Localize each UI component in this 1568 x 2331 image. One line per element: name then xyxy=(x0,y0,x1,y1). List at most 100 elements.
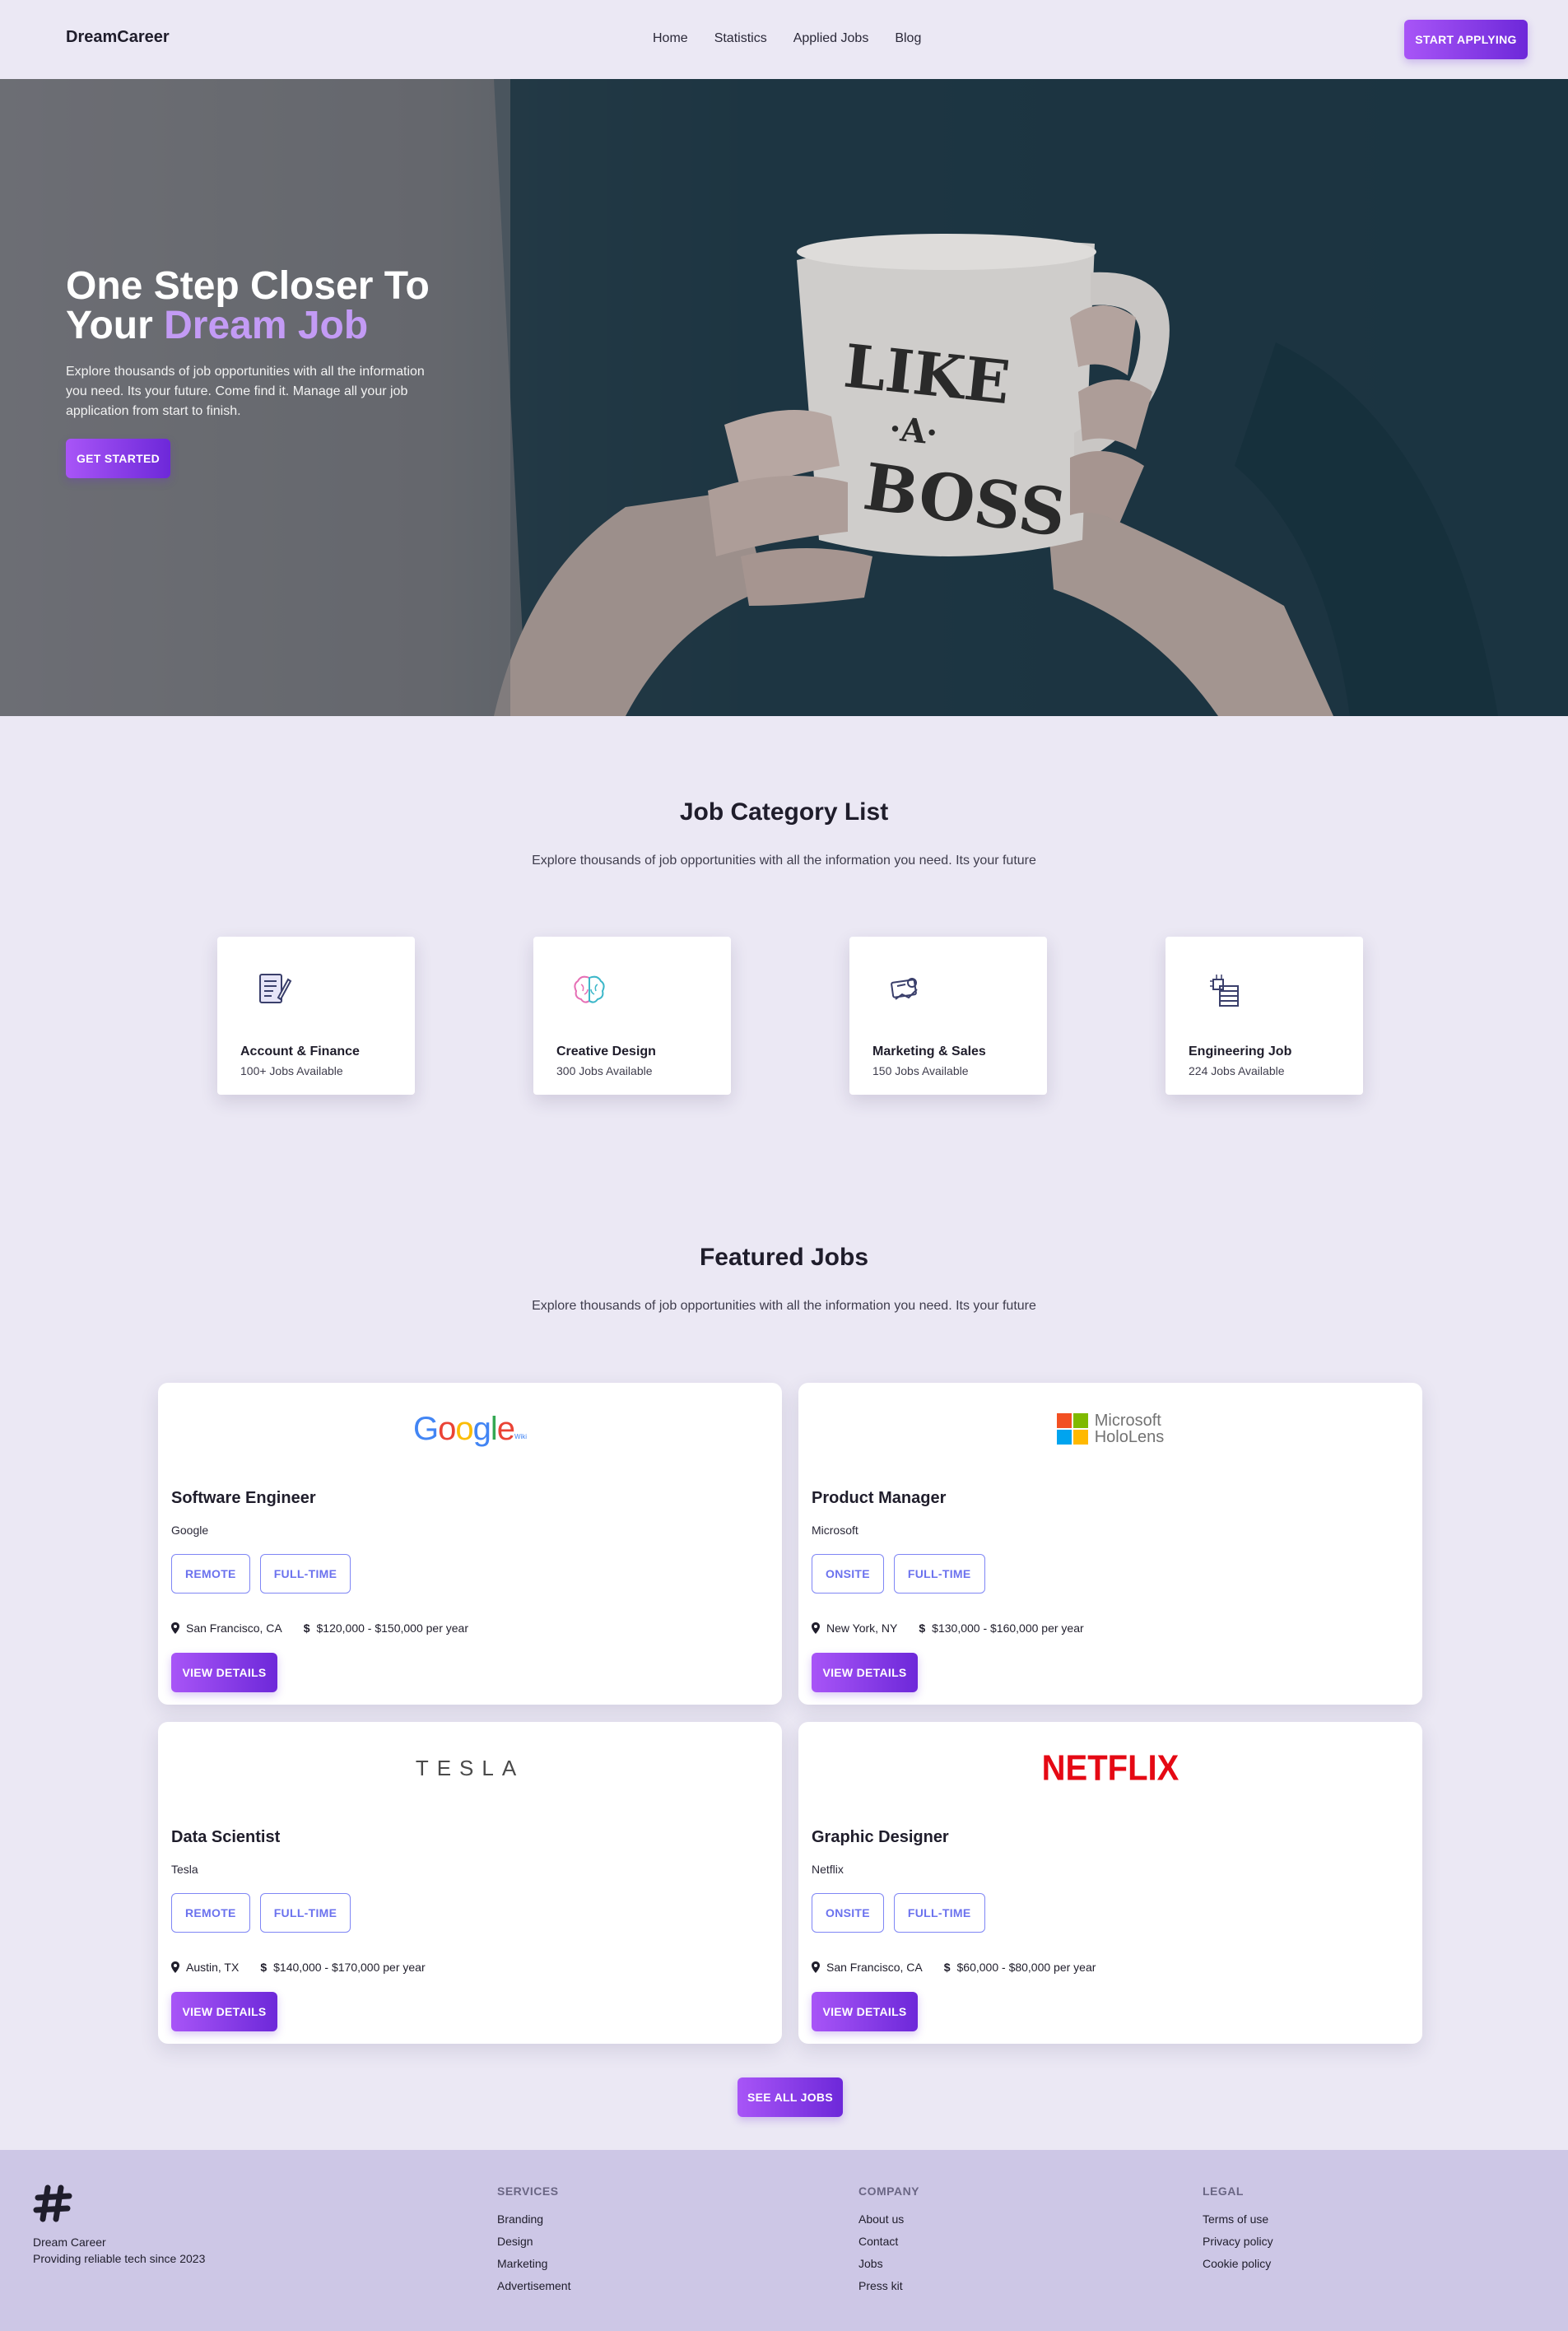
job-card-graphic-designer[interactable]: NETFLIX Graphic Designer Netflix ONSITE … xyxy=(798,1722,1422,2044)
category-section-subtitle: Explore thousands of job opportunities w… xyxy=(532,854,1036,868)
job-company: Microsoft xyxy=(812,1524,858,1537)
job-card-data-scientist[interactable]: TESLA Data Scientist Tesla REMOTE FULL-T… xyxy=(158,1722,782,2044)
nav-link-blog[interactable]: Blog xyxy=(895,31,921,46)
view-details-button[interactable]: VIEW DETAILS xyxy=(171,1653,277,1692)
footer-link-branding[interactable]: Branding xyxy=(497,2212,570,2226)
category-card-marketing-sales[interactable]: Marketing & Sales 150 Jobs Available xyxy=(849,937,1047,1095)
job-card-product-manager[interactable]: Microsoft HoloLens Product Manager Micro… xyxy=(798,1383,1422,1705)
category-name: Engineering Job xyxy=(1189,1045,1292,1058)
top-navbar: DreamCareer Home Statistics Applied Jobs… xyxy=(0,0,1568,79)
category-card-creative-design[interactable]: Creative Design 300 Jobs Available xyxy=(533,937,731,1095)
tag-full-time[interactable]: FULL-TIME xyxy=(893,1893,985,1933)
brain-icon xyxy=(574,975,605,1003)
footer-link-terms[interactable]: Terms of use xyxy=(1203,2212,1273,2226)
category-card-engineering[interactable]: Engineering Job 224 Jobs Available xyxy=(1166,937,1363,1095)
company-logo-google: Google Wiki xyxy=(158,1404,782,1454)
category-name: Creative Design xyxy=(556,1045,656,1058)
featured-section-title: Featured Jobs xyxy=(699,1244,869,1271)
job-salary: $120,000 - $150,000 per year xyxy=(316,1621,468,1635)
category-section-title: Job Category List xyxy=(679,798,889,826)
job-location: San Francisco, CA xyxy=(826,1961,923,1974)
category-count: 300 Jobs Available xyxy=(556,1064,653,1077)
footer-heading: SERVICES xyxy=(497,2184,559,2198)
company-logo-netflix: NETFLIX xyxy=(798,1743,1422,1793)
hero-subtitle: Explore thousands of job opportunities w… xyxy=(66,365,425,418)
google-logo-text: Google xyxy=(412,1410,515,1447)
job-location: Austin, TX xyxy=(186,1961,240,1974)
hero-title-accent: Dream Job xyxy=(164,304,369,347)
job-salary: $60,000 - $80,000 per year xyxy=(956,1961,1096,1974)
brand-logo-text[interactable]: DreamCareer xyxy=(66,28,170,47)
location-pin-icon xyxy=(812,1622,820,1634)
dollar-icon: $ xyxy=(260,1961,268,1974)
footer-tagline: Providing reliable tech since 2023 xyxy=(33,2252,206,2265)
document-icon xyxy=(259,974,292,1003)
job-company: Google xyxy=(171,1524,209,1537)
dollar-icon: $ xyxy=(919,1621,926,1635)
server-chip-icon xyxy=(1210,975,1239,1007)
tag-remote[interactable]: REMOTE xyxy=(171,1554,250,1594)
footer-heading: COMPANY xyxy=(858,2184,920,2198)
tag-remote[interactable]: REMOTE xyxy=(171,1893,250,1933)
footer-link-cookie[interactable]: Cookie policy xyxy=(1203,2257,1273,2270)
microsoft-squares-icon xyxy=(1056,1413,1088,1445)
footer-col-services: SERVICES Branding Design Marketing Adver… xyxy=(497,2184,570,2301)
footer-link-jobs[interactable]: Jobs xyxy=(858,2257,919,2270)
hero-title-line1: One Step Closer To xyxy=(66,264,430,308)
tag-onsite[interactable]: ONSITE xyxy=(812,1554,884,1594)
footer-link-design[interactable]: Design xyxy=(497,2235,570,2248)
nav-links: Home Statistics Applied Jobs Blog xyxy=(653,31,921,46)
footer-link-contact[interactable]: Contact xyxy=(858,2235,919,2248)
tesla-logo-text: TESLA xyxy=(415,1755,525,1780)
dollar-icon: $ xyxy=(943,1961,951,1974)
tag-onsite[interactable]: ONSITE xyxy=(812,1893,884,1933)
job-title: Product Manager xyxy=(812,1489,947,1507)
tag-full-time[interactable]: FULL-TIME xyxy=(259,1554,351,1594)
category-count: 150 Jobs Available xyxy=(872,1064,969,1077)
job-title: Graphic Designer xyxy=(812,1828,949,1846)
job-company: Tesla xyxy=(171,1863,198,1876)
hero-title-prefix: Your xyxy=(66,304,165,347)
get-started-button[interactable]: GET STARTED xyxy=(66,439,170,478)
job-meta: Austin, TX $ $140,000 - $170,000 per yea… xyxy=(171,1961,426,1974)
view-details-button[interactable]: VIEW DETAILS xyxy=(812,1653,918,1692)
tag-full-time[interactable]: FULL-TIME xyxy=(893,1554,985,1594)
see-all-jobs-button[interactable]: SEE ALL JOBS xyxy=(737,2077,843,2117)
job-location: New York, NY xyxy=(826,1621,898,1635)
marketing-icon xyxy=(891,978,918,1000)
dollar-icon: $ xyxy=(303,1621,310,1635)
view-details-button[interactable]: VIEW DETAILS xyxy=(812,1992,918,2031)
footer-col-legal: LEGAL Terms of use Privacy policy Cookie… xyxy=(1203,2184,1273,2279)
view-details-button[interactable]: VIEW DETAILS xyxy=(171,1992,277,2031)
location-pin-icon xyxy=(812,1961,820,1973)
footer: Dream Career Providing reliable tech sin… xyxy=(0,2150,1568,2331)
nav-link-home[interactable]: Home xyxy=(653,31,688,46)
category-card-account-finance[interactable]: Account & Finance 100+ Jobs Available xyxy=(217,937,415,1095)
footer-link-advertisement[interactable]: Advertisement xyxy=(497,2279,570,2292)
start-applying-button[interactable]: START APPLYING xyxy=(1404,20,1528,59)
footer-col-company: COMPANY About us Contact Jobs Press kit xyxy=(858,2184,919,2301)
job-tags: ONSITE FULL-TIME xyxy=(812,1893,985,1933)
company-logo-tesla: TESLA xyxy=(158,1743,782,1793)
tag-full-time[interactable]: FULL-TIME xyxy=(259,1893,351,1933)
footer-link-press-kit[interactable]: Press kit xyxy=(858,2279,919,2292)
nav-link-statistics[interactable]: Statistics xyxy=(714,31,767,46)
category-name: Marketing & Sales xyxy=(872,1045,986,1058)
job-title: Data Scientist xyxy=(171,1828,281,1846)
job-tags: REMOTE FULL-TIME xyxy=(171,1893,351,1933)
category-count: 100+ Jobs Available xyxy=(240,1064,343,1077)
job-salary: $130,000 - $160,000 per year xyxy=(932,1621,1084,1635)
nav-link-applied-jobs[interactable]: Applied Jobs xyxy=(793,31,869,46)
job-card-software-engineer[interactable]: Google Wiki Software Engineer Google REM… xyxy=(158,1383,782,1705)
footer-link-about[interactable]: About us xyxy=(858,2212,919,2226)
footer-link-marketing[interactable]: Marketing xyxy=(497,2257,570,2270)
netflix-logo-text: NETFLIX xyxy=(1041,1747,1179,1788)
job-salary: $140,000 - $170,000 per year xyxy=(273,1961,426,1974)
google-logo-sub: Wiki xyxy=(514,1433,528,1440)
category-name: Account & Finance xyxy=(240,1045,360,1058)
featured-section-subtitle: Explore thousands of job opportunities w… xyxy=(532,1299,1036,1313)
job-company: Netflix xyxy=(812,1863,844,1876)
job-meta: San Francisco, CA $ $60,000 - $80,000 pe… xyxy=(812,1961,1096,1974)
footer-link-privacy[interactable]: Privacy policy xyxy=(1203,2235,1273,2248)
job-meta: New York, NY $ $130,000 - $160,000 per y… xyxy=(812,1621,1084,1635)
